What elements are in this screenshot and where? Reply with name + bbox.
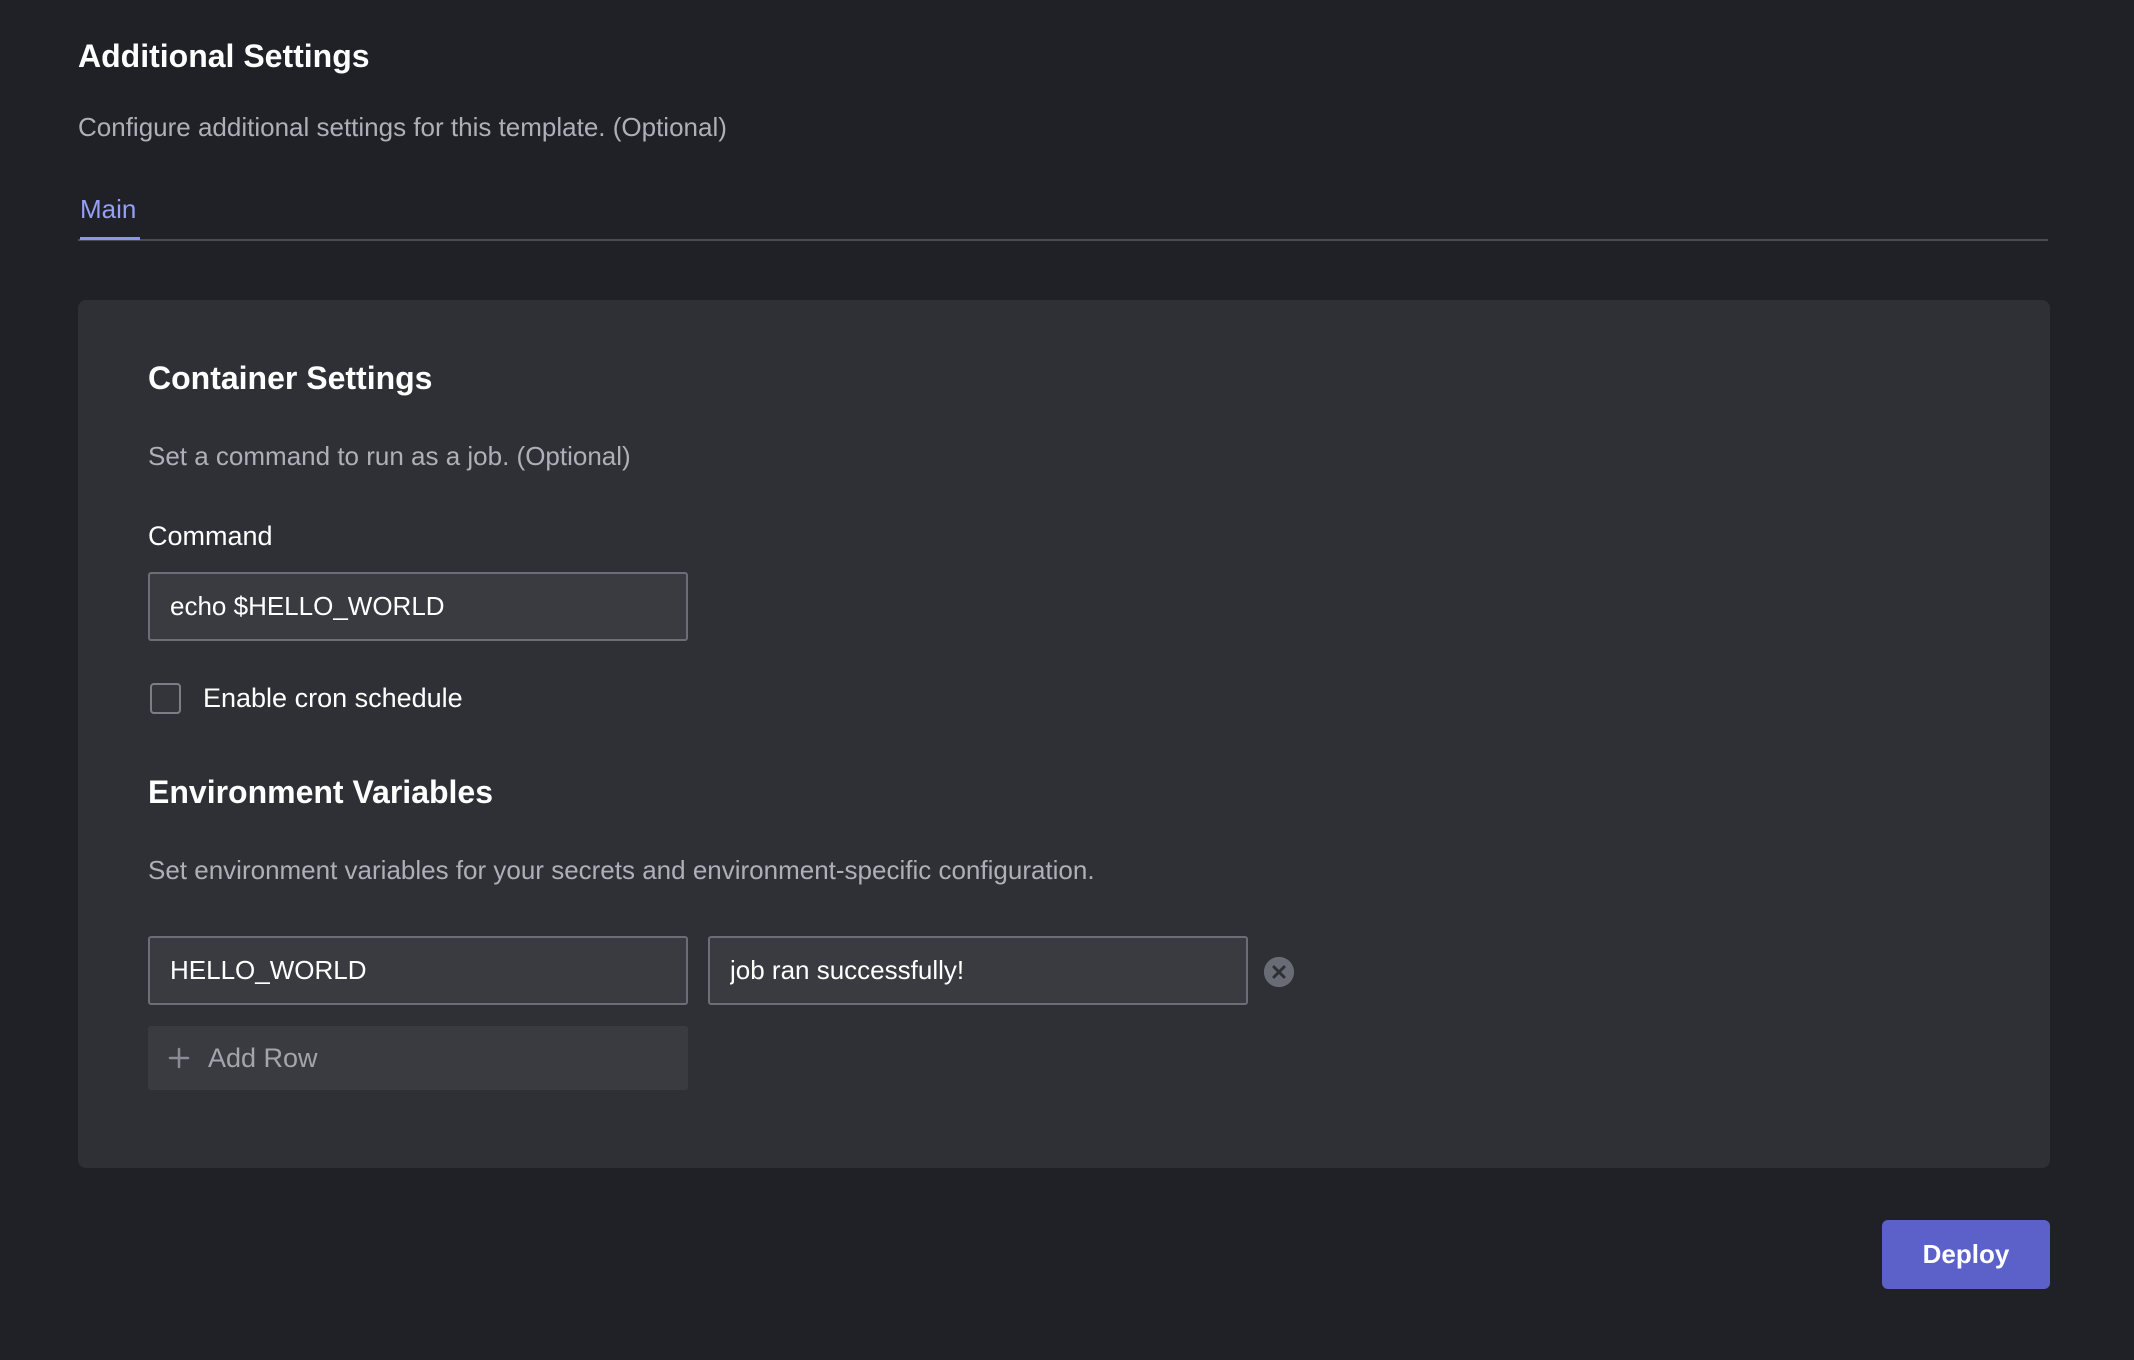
env-key-input[interactable] [148, 936, 688, 1005]
command-input[interactable] [148, 572, 688, 641]
page-title: Additional Settings [78, 38, 370, 74]
additional-settings-page: Additional Settings Configure additional… [0, 0, 2134, 1360]
remove-row-button[interactable] [1264, 957, 1294, 987]
deploy-button[interactable]: Deploy [1882, 1220, 2050, 1289]
add-row-button[interactable]: Add Row [148, 1026, 688, 1090]
add-row-label: Add Row [208, 1043, 318, 1073]
plus-icon [168, 1047, 190, 1069]
container-settings-description: Set a command to run as a job. (Optional… [148, 441, 631, 471]
cron-schedule-toggle[interactable]: Enable cron schedule [150, 681, 463, 715]
container-settings-title: Container Settings [148, 360, 433, 396]
environment-variables-description: Set environment variables for your secre… [148, 855, 1095, 885]
env-value-input[interactable] [708, 936, 1248, 1005]
close-circle-icon [1264, 957, 1294, 987]
page-subtitle: Configure additional settings for this t… [78, 112, 727, 142]
command-label: Command [148, 521, 273, 551]
tab-main[interactable]: Main [80, 188, 136, 237]
cron-schedule-checkbox[interactable] [150, 682, 181, 714]
tabs-bar: Main [78, 188, 2048, 241]
tab-active-indicator [80, 237, 140, 240]
environment-variables-title: Environment Variables [148, 774, 494, 810]
cron-schedule-label: Enable cron schedule [203, 683, 463, 713]
